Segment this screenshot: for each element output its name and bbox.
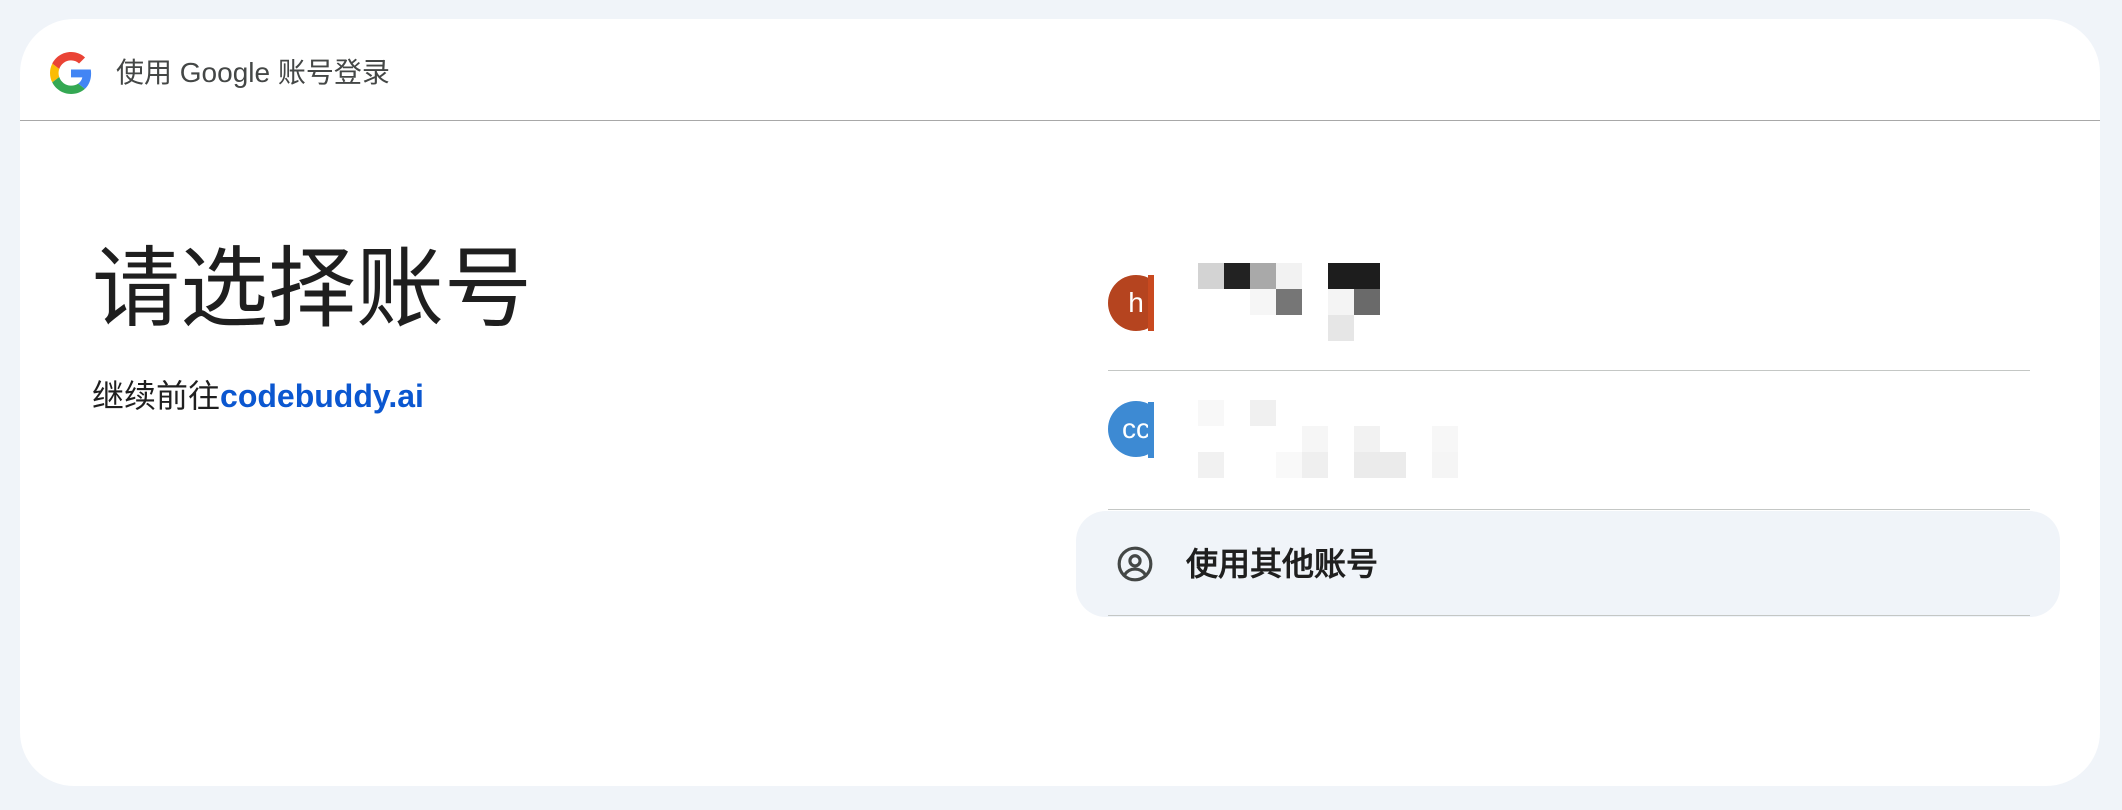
signin-card: 使用 Google 账号登录 请选择账号 继续前往codebuddy.ai h … bbox=[20, 19, 2100, 786]
signin-header: 使用 Google 账号登录 bbox=[20, 19, 2100, 121]
redaction-pixel bbox=[1354, 289, 1380, 315]
redaction-pixel bbox=[1432, 452, 1458, 478]
redaction-pixel bbox=[1354, 426, 1380, 452]
redacted-account-info bbox=[1148, 390, 1628, 502]
header-title: 使用 Google 账号登录 bbox=[116, 57, 390, 88]
redaction-pixel bbox=[1276, 263, 1302, 289]
redaction-pixel bbox=[1302, 426, 1328, 452]
redaction-pixel bbox=[1328, 263, 1380, 289]
account-item[interactable]: cc bbox=[1108, 372, 2030, 510]
redaction-pixel bbox=[1328, 289, 1354, 315]
account-circle-icon bbox=[1117, 546, 1153, 582]
redaction-pixel bbox=[1250, 263, 1276, 289]
use-another-account-button[interactable]: 使用其他账号 bbox=[1076, 511, 2060, 617]
redacted-account-info bbox=[1148, 263, 1448, 343]
redaction-pixel bbox=[1198, 263, 1224, 289]
divider bbox=[1108, 615, 2030, 616]
redaction-pixel bbox=[1276, 289, 1302, 315]
redaction-edge bbox=[1148, 275, 1154, 331]
app-link[interactable]: codebuddy.ai bbox=[220, 378, 424, 414]
redaction-pixel bbox=[1354, 452, 1406, 478]
subtitle-prefix: 继续前往 bbox=[92, 378, 221, 414]
use-another-account-label: 使用其他账号 bbox=[1186, 546, 1379, 582]
page-subtitle: 继续前往codebuddy.ai bbox=[92, 376, 424, 416]
redaction-pixel bbox=[1198, 452, 1224, 478]
redaction-pixel bbox=[1198, 400, 1224, 426]
redaction-pixel bbox=[1328, 315, 1354, 341]
redaction-pixel bbox=[1250, 289, 1276, 315]
google-logo-icon bbox=[50, 52, 92, 94]
account-item[interactable]: h bbox=[1108, 233, 2030, 371]
redaction-pixel bbox=[1302, 452, 1328, 478]
redaction-pixel bbox=[1276, 452, 1302, 478]
page-title: 请选择账号 bbox=[92, 239, 533, 338]
redaction-pixel bbox=[1432, 426, 1458, 452]
redaction-pixel bbox=[1224, 263, 1250, 289]
redaction-edge bbox=[1148, 402, 1154, 458]
redaction-pixel bbox=[1250, 400, 1276, 426]
